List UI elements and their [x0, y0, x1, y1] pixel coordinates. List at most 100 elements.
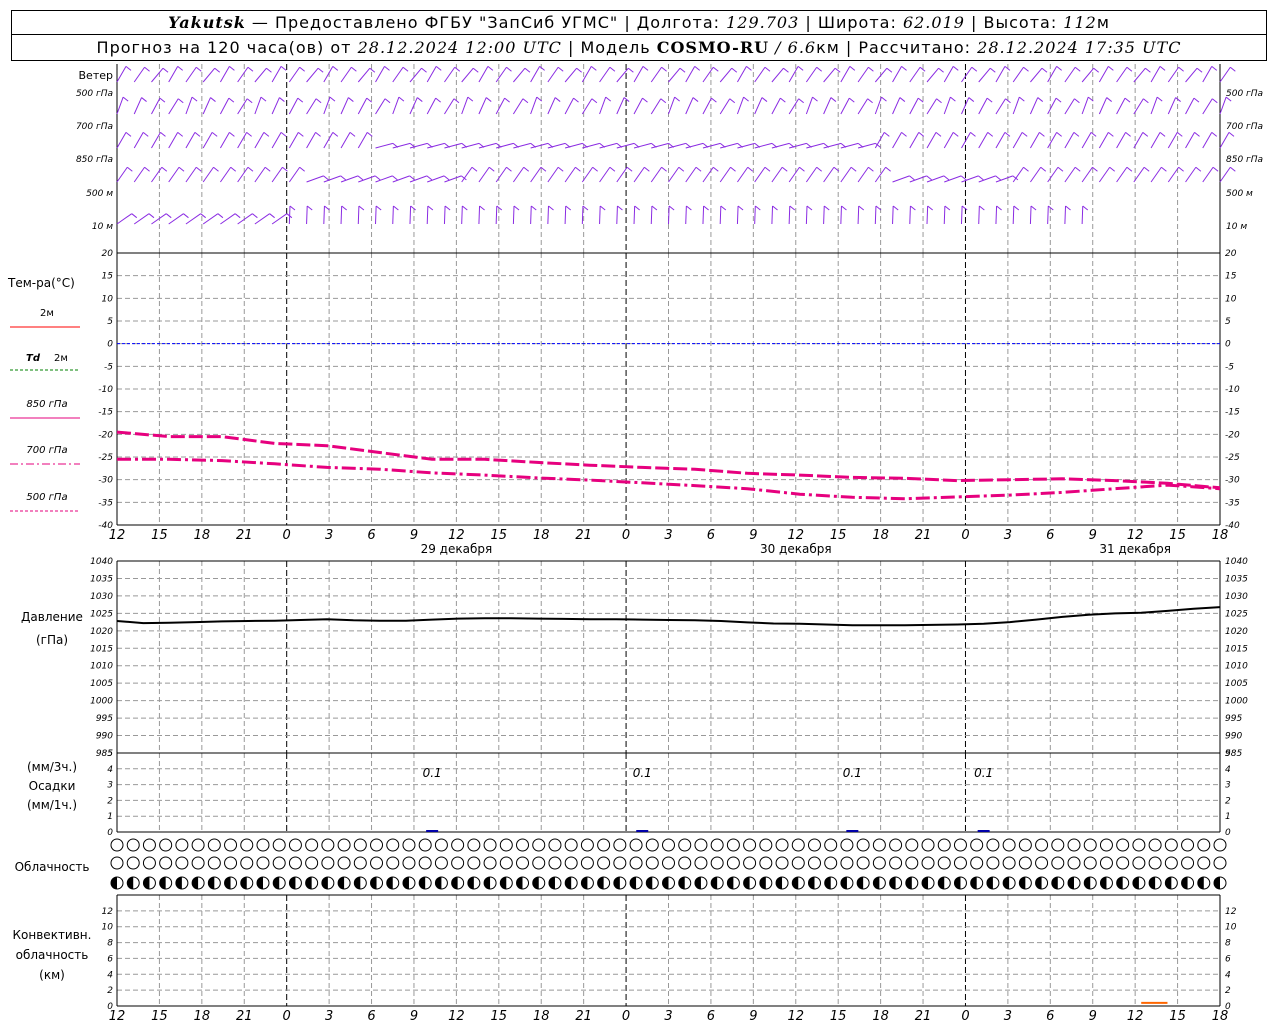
wind-barb: [1081, 67, 1095, 83]
wind-barb: [1219, 96, 1227, 115]
wind-barb: [995, 98, 1006, 115]
wind-barb: [668, 205, 670, 225]
wind-barb: [995, 132, 1006, 149]
wind-barb: [995, 66, 1006, 83]
wind-barb: [1219, 166, 1231, 183]
precip-label: 0.1: [974, 766, 993, 780]
wind-barb-flag: [1161, 166, 1167, 172]
cloud-fill: [548, 877, 555, 889]
wind-barb: [736, 205, 739, 225]
cloud-circle: [580, 838, 594, 852]
wind-barb-flag: [1013, 205, 1020, 211]
wind-barb: [1047, 97, 1057, 115]
cloud-fill: [565, 877, 572, 889]
cloud-circle: [532, 856, 546, 870]
x-tick-label: 9: [749, 528, 757, 543]
cloud-circle: [353, 856, 367, 870]
cloud-fill: [354, 877, 361, 889]
wind-barb-flag: [1074, 66, 1081, 72]
wind-barb: [736, 96, 745, 115]
wind-barb-flag: [623, 97, 630, 102]
wind-barb: [409, 175, 428, 183]
wind-barb-flag: [816, 166, 823, 172]
wind-barb-flag: [1056, 132, 1062, 137]
x-tick-label: 9: [410, 1009, 418, 1024]
legend-td-suffix: 2м: [54, 353, 68, 364]
wind-barb: [702, 166, 714, 183]
wind-barb-flag: [1093, 67, 1100, 73]
wind-barb-flag: [678, 166, 685, 172]
wind-barb-flag: [454, 66, 461, 72]
cloud-circle: [256, 838, 270, 852]
cloud-circle: [629, 856, 643, 870]
wind-barb-flag: [858, 205, 865, 211]
y-tick-label: -30: [98, 476, 113, 486]
wind-barb-flag: [1004, 132, 1011, 137]
wind-barb-flag: [970, 132, 976, 137]
wind-barb: [151, 213, 167, 225]
wind-barb: [685, 166, 697, 183]
wind-barb-flag: [131, 213, 138, 219]
cloud-circle: [597, 838, 611, 852]
wind-barb: [616, 97, 625, 115]
wind-barb: [306, 67, 319, 83]
cloud-fill: [256, 877, 263, 889]
wind-barb: [495, 205, 498, 225]
wind-barb: [323, 175, 341, 183]
x-tick-label: 21: [915, 528, 932, 543]
wind-barb-flag: [264, 166, 271, 172]
pressure-title: Давление: [21, 610, 83, 624]
wind-barb: [426, 97, 437, 115]
y-tick-label: 1035: [1225, 574, 1248, 584]
cloud-fill: [581, 877, 588, 889]
y-tick-label: 1010: [90, 662, 113, 672]
cloud-circle: [726, 838, 740, 852]
wind-barb-flag: [780, 97, 786, 103]
wind-barb: [719, 205, 722, 225]
cloud-circle: [775, 856, 789, 870]
y-tick-label: 1020: [1225, 627, 1248, 637]
wind-barb: [1098, 97, 1108, 115]
wind-barb: [944, 175, 962, 183]
cloud-fill: [451, 877, 458, 889]
cloud-circle: [824, 856, 838, 870]
wind-barb: [788, 66, 799, 83]
cloud-fill: [370, 877, 377, 889]
cloud-circle: [467, 838, 481, 852]
cloud-circle: [1164, 838, 1178, 852]
cloud-circle: [937, 856, 951, 870]
x-tick-label: 12: [1127, 1009, 1144, 1024]
cloud-fill: [630, 877, 637, 889]
wind-barb: [1116, 166, 1128, 183]
wind-barb-flag: [289, 205, 296, 211]
wind-barb: [926, 67, 939, 83]
wind-barb: [771, 67, 784, 83]
x-tick-label: 12: [787, 1009, 804, 1024]
wind-barb-flag: [868, 66, 874, 72]
wind-barb: [340, 175, 359, 183]
wind-barb: [788, 205, 791, 225]
x-tick-label: 9: [1089, 1009, 1097, 1024]
cloud-circle: [921, 856, 935, 870]
cloud-fill: [662, 877, 669, 889]
wind-barb-flag: [471, 166, 478, 172]
wind-barb: [685, 66, 696, 83]
wind-barb-flag: [280, 66, 287, 71]
wind-barb-flag: [230, 166, 237, 172]
wind-barb: [357, 205, 360, 225]
wind-barb: [151, 67, 164, 83]
wind-barb: [1029, 132, 1040, 149]
cloud-circle: [986, 856, 1000, 870]
wind-barb-flag: [1019, 96, 1025, 102]
y-tick-label: 4: [107, 765, 113, 775]
wind-barb-flag: [177, 98, 184, 104]
wind-barb: [375, 66, 385, 83]
wind-barb-flag: [692, 97, 699, 102]
wind-barb: [633, 205, 636, 225]
x-tick-label: 21: [575, 1009, 592, 1024]
cloud-circle: [1164, 856, 1178, 870]
cloud-circle: [743, 856, 757, 870]
wind-barb-flag: [938, 67, 944, 73]
wind-barb-flag: [1178, 66, 1184, 72]
cloud-fill: [1132, 877, 1139, 889]
